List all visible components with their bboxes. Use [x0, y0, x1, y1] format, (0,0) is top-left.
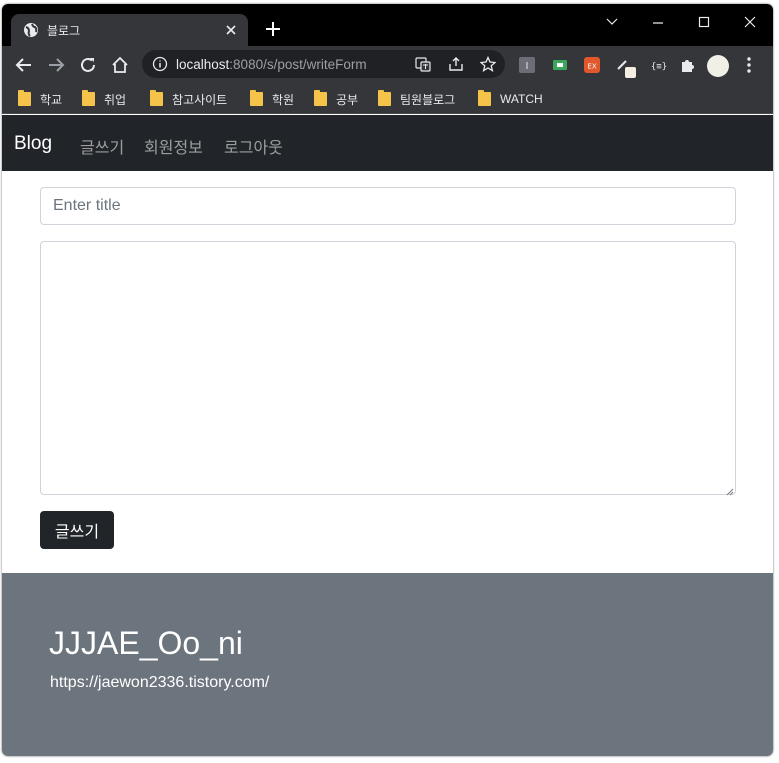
- resize-grip-icon[interactable]: [724, 483, 734, 496]
- folder-icon: [250, 90, 263, 106]
- browser-window: 블로그 localhost:8080/s/post/writeForm I EX…: [2, 4, 773, 756]
- more-menu-icon[interactable]: [744, 56, 754, 74]
- extension-json-label: {≡}: [651, 62, 667, 72]
- url-host: localhost: [176, 57, 230, 72]
- translate-icon[interactable]: [415, 56, 431, 72]
- submit-post-button[interactable]: 글쓰기: [40, 511, 114, 549]
- new-tab-button[interactable]: [262, 18, 284, 40]
- puzzle-icon[interactable]: [679, 57, 695, 73]
- globe-icon: [23, 22, 39, 38]
- folder-icon: [82, 90, 95, 106]
- extension-pen-icon[interactable]: [616, 57, 636, 78]
- tab-search-icon[interactable]: [592, 10, 632, 36]
- site-navbar: Blog 글쓰기 회원정보 로그아웃: [2, 115, 773, 171]
- extension-ex-icon[interactable]: EX: [584, 57, 600, 73]
- reload-icon[interactable]: [76, 53, 100, 77]
- extension-i-icon[interactable]: I: [519, 57, 535, 73]
- folder-icon: [378, 90, 391, 106]
- back-arrow-icon[interactable]: [12, 53, 36, 77]
- minimize-button[interactable]: [638, 10, 678, 36]
- folder-icon: [478, 90, 491, 106]
- address-bar[interactable]: localhost:8080/s/post/writeForm: [142, 50, 505, 78]
- close-window-button[interactable]: [730, 10, 770, 36]
- folder-icon: [150, 90, 163, 106]
- url-path: :8080/s/post/writeForm: [229, 57, 367, 72]
- footer-blog-link[interactable]: https://jaewon2336.tistory.com/: [50, 674, 269, 692]
- nav-link-write[interactable]: 글쓰기: [80, 134, 124, 158]
- close-tab-icon[interactable]: [222, 21, 240, 39]
- extension-json-icon[interactable]: {≡}: [648, 57, 670, 73]
- folder-icon: [18, 90, 31, 106]
- maximize-button[interactable]: [684, 10, 724, 36]
- extension-i-letter: I: [526, 61, 529, 72]
- bookmark-folder-team-blogs[interactable]: 팀원블로그: [378, 90, 455, 107]
- extension-green-icon[interactable]: [552, 57, 568, 73]
- tab-title: 블로그: [47, 24, 81, 38]
- background-window-edge: [772, 0, 779, 763]
- footer-title: JJJAE_Oo_ni: [49, 625, 243, 661]
- brand-logo[interactable]: Blog: [14, 133, 52, 155]
- site-footer: JJJAE_Oo_ni https://jaewon2336.tistory.c…: [2, 573, 773, 756]
- browser-toolbar: localhost:8080/s/post/writeForm I EX {≡}: [2, 46, 773, 84]
- tab-active[interactable]: 블로그: [11, 14, 248, 46]
- info-icon[interactable]: [152, 56, 168, 72]
- nav-link-logout[interactable]: 로그아웃: [224, 134, 283, 158]
- bookmark-folder-school[interactable]: 학교: [18, 90, 62, 107]
- bookmark-folder-academy[interactable]: 학원: [250, 90, 294, 107]
- extension-ex-label: EX: [587, 63, 596, 71]
- forward-arrow-icon[interactable]: [44, 53, 68, 77]
- home-icon[interactable]: [108, 53, 132, 77]
- bookmark-folder-jobs[interactable]: 취업: [82, 90, 126, 107]
- nav-link-profile[interactable]: 회원정보: [144, 134, 203, 158]
- tab-strip: 블로그: [2, 4, 773, 46]
- content-textarea[interactable]: [40, 241, 736, 495]
- bookmark-folder-references[interactable]: 참고사이트: [150, 90, 227, 107]
- bookmark-folder-watch[interactable]: WATCH: [478, 90, 543, 107]
- title-input[interactable]: [40, 187, 736, 225]
- folder-icon: [314, 90, 327, 106]
- profile-avatar[interactable]: [707, 55, 729, 77]
- bookmark-folder-study[interactable]: 공부: [314, 90, 358, 107]
- share-icon[interactable]: [448, 56, 464, 72]
- url-text: localhost:8080/s/post/writeForm: [176, 57, 367, 72]
- bookmarks-bar: 학교 취업 참고사이트 학원 공부 팀원블로그 WATCH: [2, 84, 773, 114]
- bookmark-star-icon[interactable]: [479, 55, 497, 72]
